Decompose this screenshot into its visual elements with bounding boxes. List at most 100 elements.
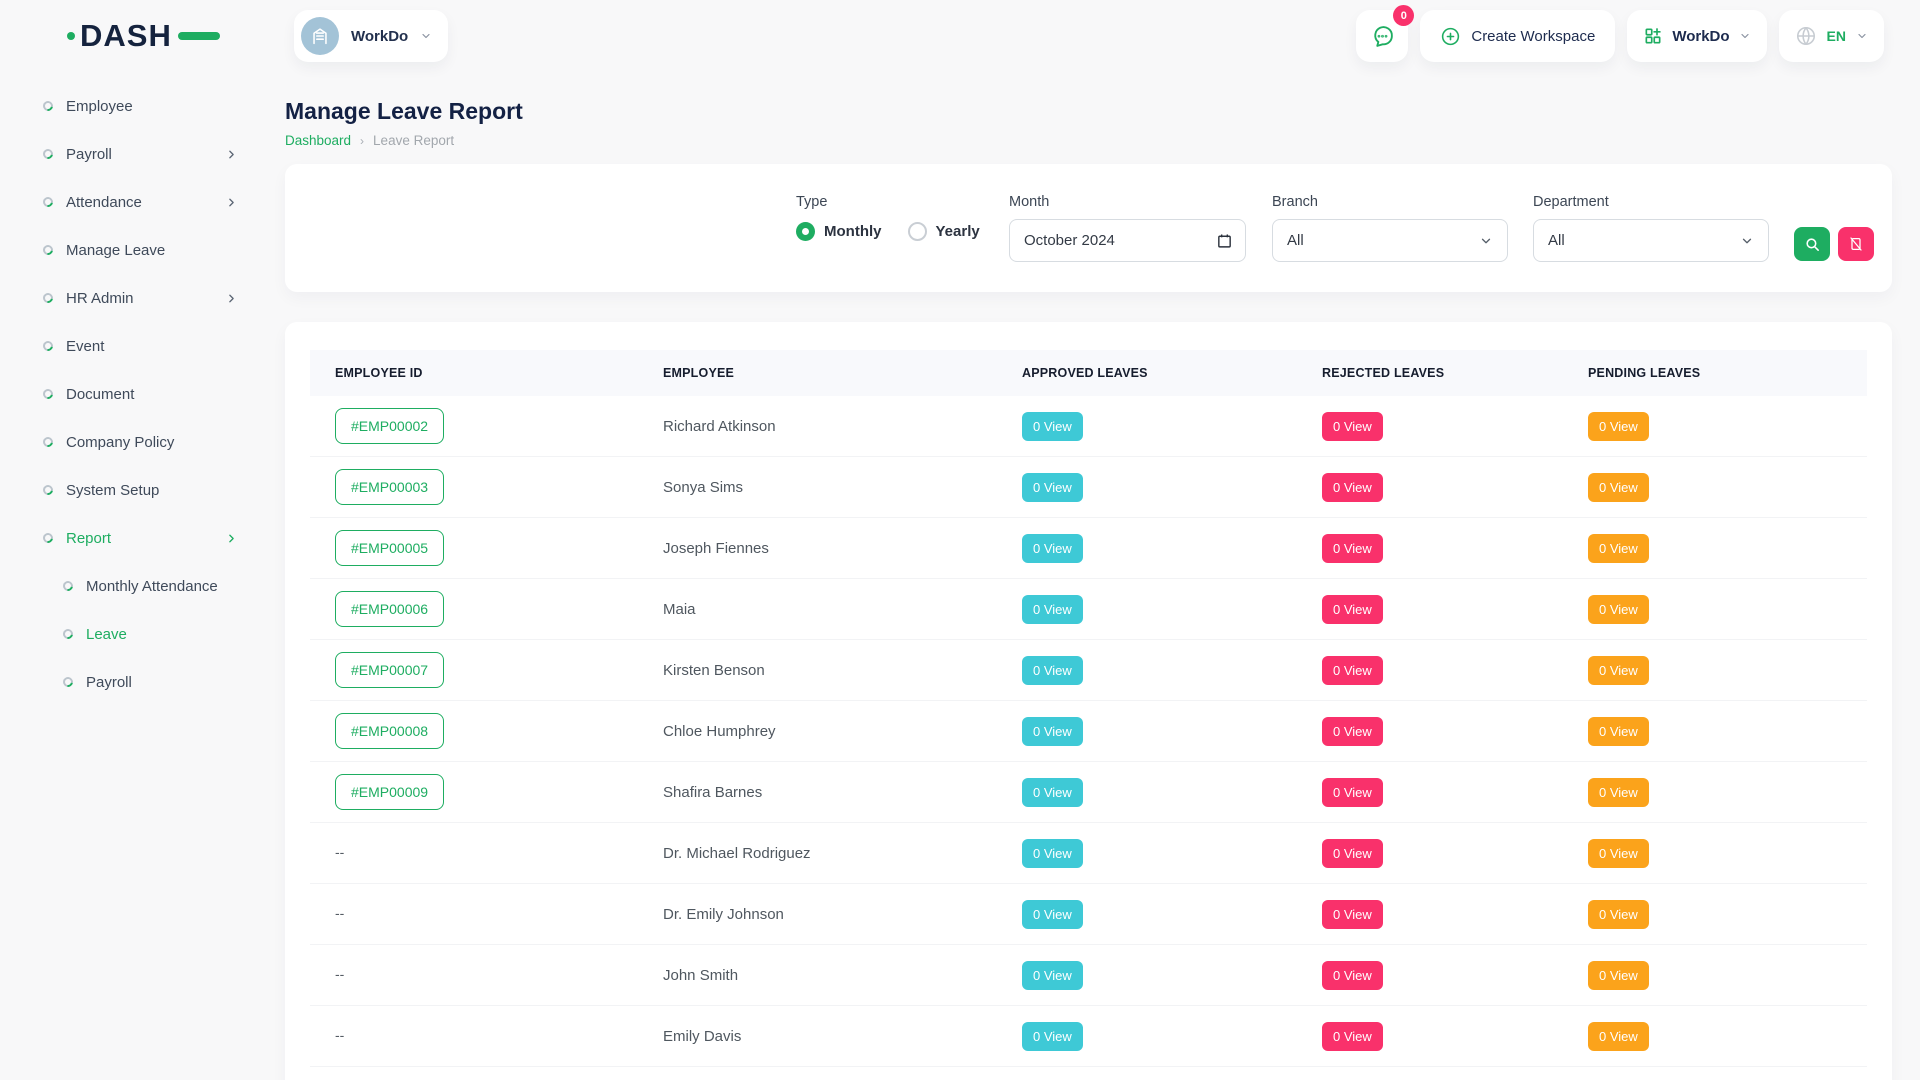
rejected-leaves-badge[interactable]: 0 View [1322,839,1383,868]
approved-leaves-badge[interactable]: 0 View [1022,717,1083,746]
globe-icon [1795,25,1817,47]
pending-leaves-badge[interactable]: 0 View [1588,473,1649,502]
rejected-leaves-badge[interactable]: 0 View [1322,1022,1383,1051]
sidebar-item-hr-admin[interactable]: HR Admin [0,274,258,322]
language-code: EN [1827,28,1846,44]
employee-id-badge[interactable]: #EMP00009 [335,774,444,810]
table-body: #EMP00002 Richard Atkinson 0 View 0 View… [310,396,1867,1080]
month-picker[interactable] [1009,219,1246,262]
approved-leaves-badge[interactable]: 0 View [1022,900,1083,929]
sidebar-item-payroll[interactable]: Payroll [0,130,258,178]
employee-id-badge[interactable]: #EMP00005 [335,530,444,566]
rejected-leaves-badge[interactable]: 0 View [1322,473,1383,502]
chevron-right-icon [225,532,238,545]
branch-selected-value: All [1287,232,1304,249]
create-workspace-button[interactable]: Create Workspace [1420,10,1615,62]
type-radio-group: Monthly Yearly [796,222,966,241]
month-input[interactable] [1024,220,1231,261]
sidebar-item-monthly-attendance[interactable]: Monthly Attendance [0,562,258,610]
sidebar-item-leave[interactable]: Leave [0,610,258,658]
rejected-leaves-badge[interactable]: 0 View [1322,900,1383,929]
breadcrumb-dashboard-link[interactable]: Dashboard [285,132,351,150]
employee-id-badge[interactable]: #EMP00003 [335,469,444,505]
sidebar-item-report-payroll[interactable]: Payroll [0,658,258,706]
pending-leaves-badge[interactable]: 0 View [1588,778,1649,807]
month-filter: Month [1009,194,1246,292]
rejected-leaves-badge[interactable]: 0 View [1322,534,1383,563]
pending-leaves-badge[interactable]: 0 View [1588,412,1649,441]
pending-leaves-badge[interactable]: 0 View [1588,595,1649,624]
approved-leaves-badge[interactable]: 0 View [1022,961,1083,990]
building-icon [309,25,331,47]
rejected-leaves-badge[interactable]: 0 View [1322,412,1383,441]
employee-id-badge[interactable]: #EMP00007 [335,652,444,688]
bullet-icon [41,531,55,545]
workspace-switcher[interactable]: WorkDo [294,10,448,62]
approved-leaves-badge[interactable]: 0 View [1022,534,1083,563]
pending-leaves-badge[interactable]: 0 View [1588,900,1649,929]
sidebar-item-attendance[interactable]: Attendance [0,178,258,226]
department-select[interactable]: All [1533,219,1769,262]
bullet-icon [61,579,75,593]
chevron-right-icon [225,196,238,209]
rejected-leaves-badge[interactable]: 0 View [1322,778,1383,807]
language-selector[interactable]: EN [1779,10,1884,62]
branch-filter: Branch All [1272,194,1508,292]
calendar-icon[interactable] [1216,232,1233,249]
reset-icon [1848,236,1864,252]
rejected-leaves-badge[interactable]: 0 View [1322,717,1383,746]
pending-leaves-badge[interactable]: 0 View [1588,961,1649,990]
type-radio-yearly[interactable]: Yearly [908,222,980,241]
dash-logo[interactable]: DASH [67,18,258,54]
approved-leaves-badge[interactable]: 0 View [1022,595,1083,624]
rejected-leaves-badge[interactable]: 0 View [1322,595,1383,624]
approved-leaves-badge[interactable]: 0 View [1022,473,1083,502]
sidebar-item-report[interactable]: Report [0,514,258,562]
messages-button[interactable]: 0 [1356,10,1408,62]
pending-leaves-badge[interactable]: 0 View [1588,839,1649,868]
pending-leaves-badge[interactable]: 0 View [1588,534,1649,563]
sidebar-item-system-setup[interactable]: System Setup [0,466,258,514]
pending-leaves-badge[interactable]: 0 View [1588,1022,1649,1051]
type-radio-monthly[interactable]: Monthly [796,222,882,241]
branch-label: Branch [1272,194,1508,210]
bullet-icon [41,291,55,305]
sidebar-item-manage-leave[interactable]: Manage Leave [0,226,258,274]
branch-select[interactable]: All [1272,219,1508,262]
rejected-leaves-badge[interactable]: 0 View [1322,656,1383,685]
rejected-leaves-badge[interactable]: 0 View [1322,961,1383,990]
sidebar-item-document[interactable]: Document [0,370,258,418]
leave-report-table: EMPLOYEE ID EMPLOYEE APPROVED LEAVES REJ… [285,322,1892,1080]
breadcrumb-current: Leave Report [373,132,454,150]
pending-leaves-badge[interactable]: 0 View [1588,656,1649,685]
table-row: #EMP00002 Richard Atkinson 0 View 0 View… [310,396,1867,457]
reset-button[interactable] [1838,227,1874,261]
chevron-right-icon [225,292,238,305]
chevron-down-icon [1739,30,1751,42]
approved-leaves-badge[interactable]: 0 View [1022,839,1083,868]
employee-name: Dr. Michael Rodriguez [638,845,997,862]
sidebar-item-label: Payroll [86,674,132,691]
topbar-actions: 0 Create Workspace WorkDo EN [1356,10,1884,62]
bullet-icon [41,147,55,161]
sidebar-item-company-policy[interactable]: Company Policy [0,418,258,466]
employee-id-badge[interactable]: #EMP00002 [335,408,444,444]
approved-leaves-badge[interactable]: 0 View [1022,778,1083,807]
approved-leaves-badge[interactable]: 0 View [1022,1022,1083,1051]
pending-leaves-badge[interactable]: 0 View [1588,717,1649,746]
sidebar-item-event[interactable]: Event [0,322,258,370]
approved-leaves-badge[interactable]: 0 View [1022,412,1083,441]
table-row: -- Emily Davis 0 View 0 View 0 View [310,1006,1867,1067]
chevron-right-icon: › [360,132,364,150]
bullet-icon [41,339,55,353]
chevron-down-icon [1479,234,1493,248]
table-row: #EMP00005 Joseph Fiennes 0 View 0 View 0… [310,518,1867,579]
sidebar-item-employee[interactable]: Employee [0,82,258,130]
search-button[interactable] [1794,227,1830,261]
workdo-dropdown[interactable]: WorkDo [1627,10,1766,62]
bullet-icon [41,99,55,113]
sidebar-item-label: Report [66,530,111,547]
approved-leaves-badge[interactable]: 0 View [1022,656,1083,685]
employee-id-badge[interactable]: #EMP00008 [335,713,444,749]
employee-id-badge[interactable]: #EMP00006 [335,591,444,627]
